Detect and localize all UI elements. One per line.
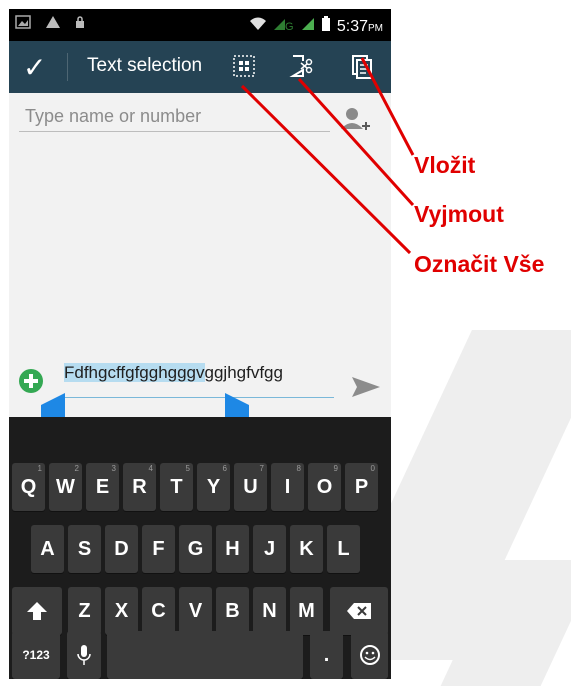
- signal-1-icon: G: [273, 16, 295, 37]
- add-contact-icon[interactable]: [339, 105, 371, 135]
- recipient-input[interactable]: Type name or number: [19, 101, 330, 132]
- phone-screen: G 5:37PM ✓ Text selection Type name or n…: [9, 9, 391, 679]
- warning-icon: [45, 15, 61, 34]
- key-z[interactable]: Z: [68, 587, 101, 635]
- backspace-icon: [347, 603, 371, 619]
- select-all-icon[interactable]: [229, 51, 259, 81]
- key-l[interactable]: L: [327, 525, 360, 573]
- key-s[interactable]: S: [68, 525, 101, 573]
- space-key[interactable]: [107, 631, 303, 679]
- key-y[interactable]: Y6: [197, 463, 230, 511]
- key-g[interactable]: G: [179, 525, 212, 573]
- key-u[interactable]: U7: [234, 463, 267, 511]
- key-o[interactable]: O9: [308, 463, 341, 511]
- key-d[interactable]: D: [105, 525, 138, 573]
- clock: 5:37PM: [336, 17, 383, 35]
- image-notification-icon: [15, 15, 31, 34]
- battery-icon: [321, 16, 331, 37]
- key-c[interactable]: C: [142, 587, 175, 635]
- unselected-text[interactable]: ggjhgfvfgg: [205, 363, 283, 382]
- shift-icon: [27, 602, 47, 620]
- done-check-icon[interactable]: ✓: [23, 51, 46, 84]
- key-x[interactable]: X: [105, 587, 138, 635]
- key-r[interactable]: R4: [123, 463, 156, 511]
- shift-key[interactable]: [12, 587, 62, 635]
- emoji-key[interactable]: [351, 631, 388, 679]
- message-input[interactable]: Fdfhgcffgfgghgggvggjhgfvfgg: [64, 363, 283, 383]
- key-q[interactable]: Q1: [12, 463, 45, 511]
- key-p[interactable]: P0: [345, 463, 378, 511]
- annotation-select-all-label: Označit Vše: [414, 251, 545, 277]
- key-f[interactable]: F: [142, 525, 175, 573]
- status-bar: G 5:37PM: [9, 9, 391, 41]
- selected-text[interactable]: Fdfhgcffgfgghgggv: [64, 363, 205, 382]
- key-w[interactable]: W2: [49, 463, 82, 511]
- key-e[interactable]: E3: [86, 463, 119, 511]
- wifi-icon: [249, 17, 267, 36]
- key-v[interactable]: V: [179, 587, 212, 635]
- key-k[interactable]: K: [290, 525, 323, 573]
- key-t[interactable]: T5: [160, 463, 193, 511]
- cut-icon[interactable]: [287, 51, 317, 81]
- symbols-key[interactable]: ?123: [12, 631, 60, 679]
- key-n[interactable]: N: [253, 587, 286, 635]
- action-bar-divider: [67, 53, 68, 81]
- action-bar-title: Text selection: [87, 55, 203, 76]
- lock-icon: [75, 15, 85, 34]
- emoji-icon: [359, 645, 380, 665]
- key-h[interactable]: H: [216, 525, 249, 573]
- mic-key[interactable]: [67, 631, 101, 679]
- key-m[interactable]: M: [290, 587, 323, 635]
- signal-2-icon: [301, 17, 315, 36]
- keyboard: Q1 W2 E3 R4 T5 Y6 U7 I8 O9 P0 A S D F G …: [9, 417, 391, 679]
- message-underline: [59, 397, 334, 398]
- send-icon[interactable]: [351, 375, 381, 404]
- action-bar: ✓ Text selection: [9, 41, 391, 93]
- key-a[interactable]: A: [31, 525, 64, 573]
- svg-text:G: G: [285, 21, 294, 32]
- key-j[interactable]: J: [253, 525, 286, 573]
- compose-row: Fdfhgcffgfgghgggvggjhgfvfgg: [9, 347, 391, 427]
- attach-plus-icon[interactable]: [19, 369, 43, 393]
- paste-icon[interactable]: [347, 51, 377, 81]
- key-i[interactable]: I8: [271, 463, 304, 511]
- annotation-cut-label: Vyjmout: [414, 201, 504, 227]
- annotation-paste-label: Vložit: [414, 152, 476, 178]
- period-key[interactable]: .: [310, 631, 343, 679]
- key-b[interactable]: B: [216, 587, 249, 635]
- backspace-key[interactable]: [330, 587, 388, 635]
- mic-icon: [77, 645, 91, 665]
